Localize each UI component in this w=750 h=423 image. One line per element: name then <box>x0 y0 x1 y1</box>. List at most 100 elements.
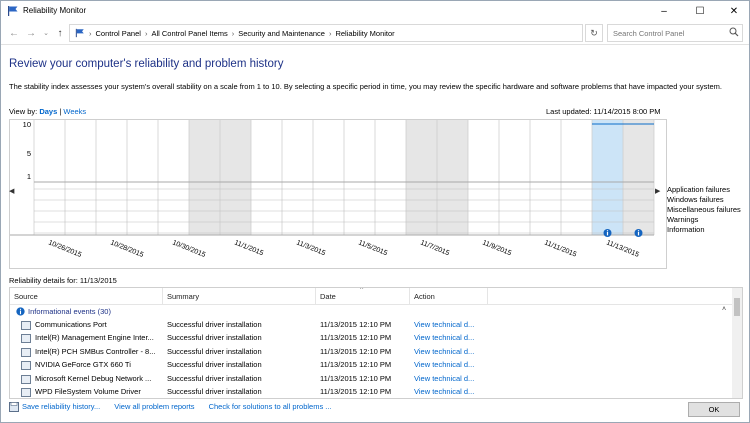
close-button[interactable]: ✕ <box>717 1 750 21</box>
view-technical-details-link[interactable]: View technical d... <box>414 333 486 342</box>
save-reliability-history-link[interactable]: Save reliability history... <box>22 402 100 412</box>
view-technical-details-link[interactable]: View technical d... <box>414 347 486 356</box>
cell-source: Communications Port <box>35 320 107 329</box>
table-row[interactable]: Intel(R) PCH SMBus Controller - 8... Succ… <box>10 346 732 359</box>
maximize-button[interactable]: ☐ <box>683 1 717 21</box>
last-updated: Last updated: 11/14/2015 8:00 PM <box>546 107 661 116</box>
x-tick-label: 10/30/2015 <box>171 239 206 259</box>
collapse-group-icon[interactable]: ˄ <box>722 306 726 313</box>
view-all-problem-reports-link[interactable]: View all problem reports <box>114 402 194 412</box>
stability-chart-svg: 10 5 1 10/26/2015 10/28/2015 10/30/2015 11/1/2… <box>10 120 655 259</box>
info-glyph-stem <box>637 232 640 236</box>
view-technical-details-link[interactable]: View technical d... <box>414 387 486 396</box>
view-technical-details-link[interactable]: View technical d... <box>414 360 486 369</box>
scroll-left-button[interactable]: ◀ <box>9 187 14 195</box>
day-column <box>530 120 561 235</box>
back-arrow-icon: ← <box>9 27 19 39</box>
ok-button[interactable]: OK <box>688 402 740 417</box>
save-icon <box>9 402 19 412</box>
refresh-button[interactable]: ↻ <box>585 24 603 42</box>
table-row[interactable]: Communications Port Successful driver ins… <box>10 319 732 332</box>
day-column <box>220 120 251 235</box>
day-column <box>592 120 623 235</box>
back-button[interactable]: ← <box>7 26 21 40</box>
page-description: The stability index assesses your system… <box>9 82 722 91</box>
view-by-label: View by: <box>9 107 38 116</box>
close-icon: ✕ <box>729 5 739 17</box>
legend-windows-failures: Windows failures <box>667 195 724 204</box>
breadcrumb-reliability-monitor[interactable]: Reliability Monitor <box>332 29 397 38</box>
column-header-date[interactable]: Date <box>320 292 336 301</box>
up-arrow-icon: ↑ <box>57 27 63 39</box>
device-icon <box>21 388 31 397</box>
view-by-selector: View by: Days | Weeks <box>9 107 86 116</box>
page-title: Review your computer's reliability and p… <box>9 58 284 70</box>
day-column <box>189 120 220 235</box>
view-technical-details-link[interactable]: View technical d... <box>414 320 486 329</box>
cell-source: WPD FileSystem Volume Driver <box>35 387 141 396</box>
reliability-monitor-window: Reliability Monitor – ☐ ✕ ← → ⌄ ↑ › Cont… <box>0 0 750 423</box>
device-icon <box>21 374 31 384</box>
day-column <box>158 120 189 235</box>
device-icon <box>21 321 31 330</box>
day-column <box>344 120 375 235</box>
recent-locations-button[interactable]: ⌄ <box>39 26 53 40</box>
day-column <box>561 120 592 235</box>
breadcrumb: › Control Panel › All Control Panel Item… <box>75 28 398 38</box>
x-tick-label: 10/26/2015 <box>47 239 82 259</box>
cell-source: Intel(R) PCH SMBus Controller - 8... <box>35 346 156 356</box>
scroll-right-button[interactable]: ▶ <box>655 187 660 195</box>
cell-summary: Successful driver installation <box>167 333 262 343</box>
column-header-action[interactable]: Action <box>414 292 435 301</box>
view-technical-details-link[interactable]: View technical d... <box>414 374 486 383</box>
column-header-source[interactable]: Source <box>14 292 38 301</box>
scrollbar-thumb[interactable] <box>734 298 740 316</box>
column-divider <box>315 288 316 305</box>
x-tick-label: 11/7/2015 <box>419 239 450 257</box>
day-column <box>34 120 65 235</box>
group-informational-events[interactable]: Informational events (30) <box>16 307 111 316</box>
cell-date: 11/13/2015 12:10 PM <box>320 360 392 370</box>
cell-summary: Successful driver installation <box>167 387 262 396</box>
control-panel-flag-icon <box>75 28 84 38</box>
cell-summary: Successful driver installation <box>167 346 262 356</box>
breadcrumb-control-panel[interactable]: Control Panel <box>93 29 144 38</box>
vertical-scrollbar[interactable] <box>732 288 742 398</box>
x-tick-label: 10/28/2015 <box>109 239 144 259</box>
forward-button[interactable]: → <box>24 26 38 40</box>
search-input[interactable] <box>607 24 743 42</box>
info-icon <box>16 307 25 316</box>
x-tick-label: 11/13/2015 <box>605 239 640 258</box>
view-by-weeks-link[interactable]: Weeks <box>63 107 86 116</box>
legend-warnings: Warnings <box>667 215 699 224</box>
day-column <box>623 120 654 235</box>
chart-row-legend: Application failures Windows failures Mi… <box>667 185 741 235</box>
day-column <box>437 120 468 235</box>
minimize-button[interactable]: – <box>647 1 681 21</box>
check-for-solutions-link[interactable]: Check for solutions to all problems ... <box>209 402 332 412</box>
legend-information: Information <box>667 225 705 234</box>
forward-arrow-icon: → <box>26 27 36 39</box>
details-label: Reliability details for: 11/13/2015 <box>9 276 117 285</box>
cell-source: NVIDIA GeForce GTX 660 Ti <box>35 360 131 370</box>
maximize-icon: ☐ <box>695 5 705 17</box>
window-title: Reliability Monitor <box>23 6 87 15</box>
minimize-icon: – <box>661 5 667 17</box>
table-row[interactable]: NVIDIA GeForce GTX 660 Ti Successful driv… <box>10 359 732 372</box>
cell-date: 11/13/2015 12:10 PM <box>320 387 392 396</box>
bottom-links: Save reliability history... View all pro… <box>9 402 332 412</box>
day-column <box>251 120 282 235</box>
breadcrumb-security-maintenance[interactable]: Security and Maintenance <box>235 29 328 38</box>
table-row[interactable]: Microsoft Kernel Debug Network ... Succes… <box>10 373 732 386</box>
breadcrumb-all-items[interactable]: All Control Panel Items <box>148 29 230 38</box>
table-row[interactable]: Intel(R) Management Engine Inter... Succe… <box>10 332 732 345</box>
device-icon <box>21 347 31 357</box>
stability-chart[interactable]: 10 5 1 10/26/2015 10/28/2015 10/30/2015 11/1/2… <box>9 119 667 269</box>
legend-misc-failures: Miscellaneous failures <box>667 205 741 214</box>
view-by-days-link[interactable]: Days <box>39 107 57 116</box>
column-header-summary[interactable]: Summary <box>167 292 199 301</box>
up-button[interactable]: ↑ <box>53 26 67 40</box>
column-divider <box>487 288 488 305</box>
table-row[interactable]: WPD FileSystem Volume Driver Successful d… <box>10 386 732 398</box>
day-column <box>375 120 406 235</box>
